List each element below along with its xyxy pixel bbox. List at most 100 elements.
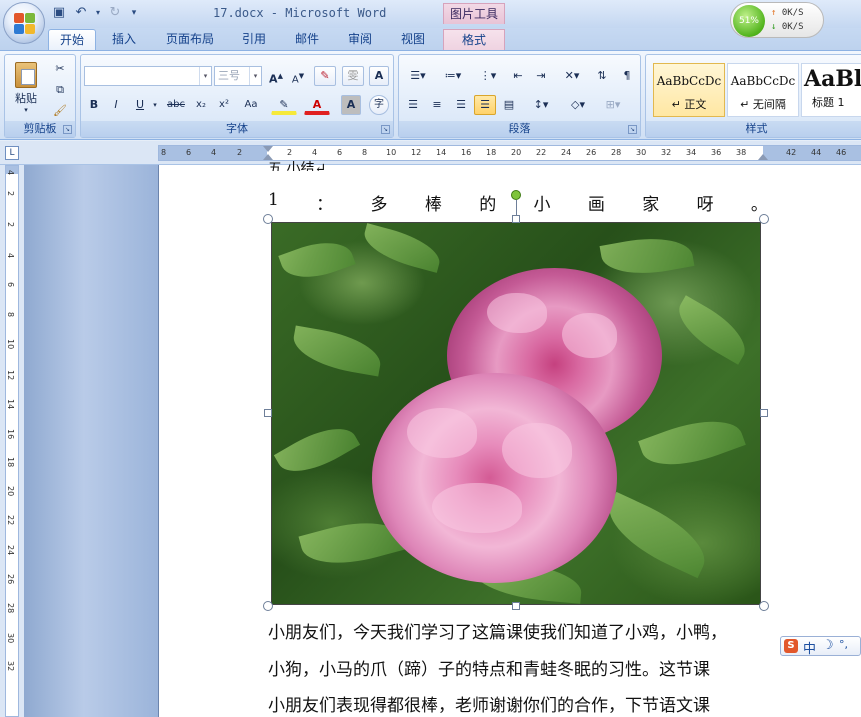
right-indent-marker-icon[interactable]	[758, 154, 768, 160]
decrease-indent-button[interactable]: ⇤	[507, 66, 529, 86]
ime-mode-toggle[interactable]: 中	[803, 638, 816, 657]
justify-button[interactable]: ☰	[474, 95, 496, 115]
line-spacing-button[interactable]: ↕▾	[525, 95, 557, 115]
horizontal-ruler-row: L 8 6 4 2 2 4 6 8 10 12 14 16 18 20 22 2…	[0, 141, 861, 165]
show-marks-button[interactable]: ¶	[616, 66, 638, 86]
half-width-icon[interactable]: ☽	[822, 638, 834, 653]
rotate-handle[interactable]	[511, 190, 521, 200]
undo-icon[interactable]: ↶	[72, 4, 90, 22]
shading-button[interactable]: ◇▾	[562, 95, 594, 115]
superscript-button[interactable]: x²	[214, 95, 234, 115]
font-name-dropdown-icon[interactable]: ▾	[199, 67, 211, 85]
resize-handle-left[interactable]	[264, 409, 272, 417]
underline-button[interactable]: U	[130, 95, 150, 115]
customize-qat-icon[interactable]: ▾	[128, 4, 140, 22]
increase-indent-button[interactable]: ⇥	[530, 66, 552, 86]
network-speed-widget[interactable]: 51% ↑ 0K/S ↓ 0K/S	[730, 2, 824, 38]
numbering-button[interactable]: ≔▾	[437, 66, 469, 86]
ruler-tick: 20	[511, 148, 522, 157]
paragraph-dialog-launcher[interactable]: ↘	[628, 125, 637, 134]
resize-handle-top-right[interactable]	[759, 214, 769, 224]
sort-button[interactable]: ⇅	[591, 66, 613, 86]
grow-font-button[interactable]: A▲	[266, 66, 286, 86]
character-border-button[interactable]: A	[369, 66, 389, 86]
ruler-tick: 34	[686, 148, 697, 157]
align-left-button[interactable]: ☰	[402, 95, 424, 115]
italic-button[interactable]: I	[106, 95, 126, 115]
ruler-tick: 36	[711, 148, 722, 157]
font-color-button[interactable]: A	[304, 95, 330, 115]
shrink-font-button[interactable]: A▼	[288, 66, 308, 86]
clipboard-dialog-launcher[interactable]: ↘	[63, 125, 72, 134]
paste-button[interactable]: 粘贴 ▾	[9, 59, 43, 115]
save-icon[interactable]: ▣	[50, 4, 68, 22]
enclose-characters-button[interactable]: 字	[369, 95, 389, 115]
distributed-button[interactable]: ▤	[498, 95, 520, 115]
tab-format[interactable]: 格式	[443, 29, 505, 50]
resize-handle-right[interactable]	[760, 409, 768, 417]
punctuation-icon[interactable]: °,	[839, 638, 848, 651]
underline-dropdown-icon[interactable]: ▾	[150, 95, 160, 115]
ruler-tick: 10	[6, 339, 15, 350]
office-button[interactable]	[3, 2, 45, 44]
font-dialog-launcher[interactable]: ↘	[381, 125, 390, 134]
leaf	[273, 415, 361, 485]
format-painter-icon[interactable]: 🖌	[49, 101, 71, 121]
leaf	[359, 223, 445, 273]
bold-button[interactable]: B	[84, 95, 104, 115]
paragraph-line[interactable]: 小狗，小马的爪（蹄）子的特点和青蛙冬眠的习性。这节课	[268, 655, 710, 680]
redo-icon[interactable]: ↻	[106, 4, 124, 22]
tab-selector-button[interactable]: L	[5, 146, 19, 160]
font-size-dropdown-icon[interactable]: ▾	[249, 67, 261, 85]
resize-handle-bottom-left[interactable]	[263, 601, 273, 611]
strikethrough-button[interactable]: abc	[164, 95, 188, 115]
change-case-button[interactable]: Aa	[238, 95, 264, 115]
undo-dropdown-icon[interactable]: ▾	[94, 4, 102, 22]
tab-references[interactable]: 引用	[232, 29, 276, 50]
font-name-combo[interactable]: ▾	[84, 66, 212, 86]
cut-icon[interactable]: ✂	[49, 59, 71, 79]
align-center-button[interactable]: ≡	[426, 95, 448, 115]
tab-review[interactable]: 审阅	[338, 29, 382, 50]
download-arrow-icon: ↓	[771, 22, 777, 32]
copy-icon[interactable]: ⧉	[49, 80, 71, 100]
leaf	[599, 230, 695, 282]
resize-handle-top-left[interactable]	[263, 214, 273, 224]
subscript-button[interactable]: x₂	[191, 95, 211, 115]
horizontal-ruler[interactable]: 8 6 4 2 2 4 6 8 10 12 14 16 18 20 22 24 …	[158, 145, 861, 161]
tab-page-layout[interactable]: 页面布局	[157, 29, 223, 50]
ruler-tick: 26	[586, 148, 597, 157]
style-heading-1[interactable]: AaBl 标题 1	[801, 63, 861, 117]
resize-handle-top[interactable]	[512, 215, 520, 223]
leaf	[638, 407, 746, 479]
tab-view[interactable]: 视图	[391, 29, 435, 50]
resize-handle-bottom-right[interactable]	[759, 601, 769, 611]
ime-toolbar[interactable]: S 中 ☽ °,	[780, 636, 861, 657]
vertical-ruler[interactable]: 4 2 2 4 6 8 10 12 14 16 18 20 22 24 26 2…	[0, 165, 24, 717]
chinese-layout-button[interactable]: ✕▾	[556, 66, 588, 86]
tab-insert[interactable]: 插入	[102, 29, 146, 50]
peony-picture[interactable]	[271, 222, 761, 605]
paragraph-line[interactable]: 小朋友们，今天我们学习了这篇课使我们知道了小鸡，小鸭，	[268, 618, 727, 643]
first-line-indent-marker-icon[interactable]	[263, 146, 273, 152]
highlight-button[interactable]: ✎	[271, 95, 297, 115]
resize-handle-bottom[interactable]	[512, 602, 520, 610]
ruler-tick: 2	[287, 148, 293, 157]
phonetic-guide-button[interactable]: 雯	[342, 66, 364, 86]
paragraph-line[interactable]: 小朋友们表现得都很棒，老师谢谢你们的合作，下节语文课	[268, 691, 710, 716]
picture-tools-label: 图片工具	[443, 3, 505, 24]
quick-access-toolbar: ▣ ↶ ▾ ↻ ▾	[50, 4, 140, 22]
tab-mailings[interactable]: 邮件	[285, 29, 329, 50]
multilevel-list-button[interactable]: ⋮▾	[472, 66, 504, 86]
style-normal[interactable]: AaBbCcDc ↵ 正文	[653, 63, 725, 117]
title-char: 小	[533, 195, 551, 215]
clear-formatting-button[interactable]: ✎	[314, 66, 336, 86]
align-right-button[interactable]: ☰	[450, 95, 472, 115]
tab-home[interactable]: 开始	[48, 29, 96, 50]
style-no-spacing[interactable]: AaBbCcDc ↵ 无间隔	[727, 63, 799, 117]
character-shading-button[interactable]: A	[341, 95, 361, 115]
font-size-combo[interactable]: 三号 ▾	[214, 66, 262, 86]
bullets-button[interactable]: ☰▾	[402, 66, 434, 86]
borders-button[interactable]: ⊞▾	[597, 95, 629, 115]
ruler-tick: 16	[6, 429, 15, 440]
